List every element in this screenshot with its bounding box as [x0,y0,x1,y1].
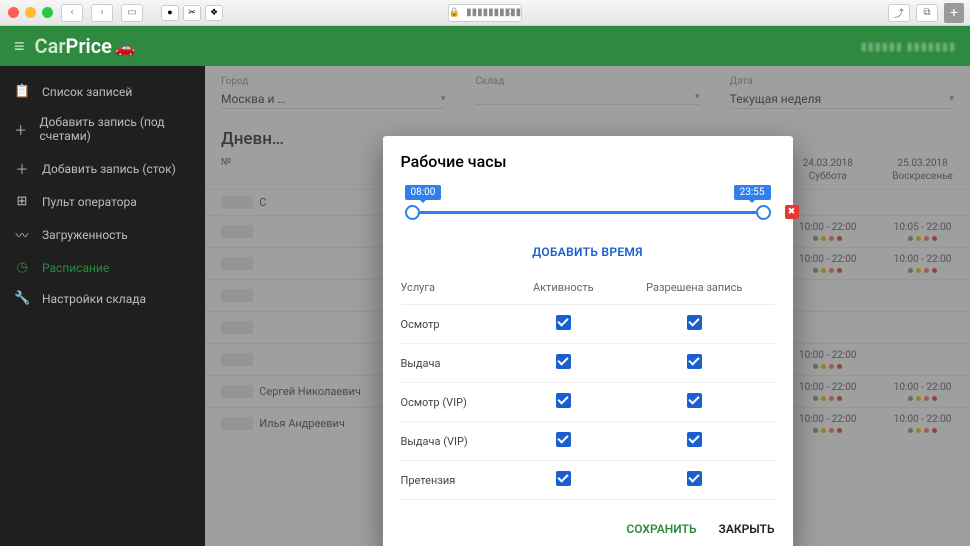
sidebar-item[interactable]: 〰 Загруженность [0,217,205,252]
brand-logo[interactable]: CarPrice🚗 [35,34,135,58]
allowed-checkbox[interactable] [687,393,702,408]
activity-checkbox[interactable] [556,354,571,369]
sidebar-item[interactable]: ＋ Добавить запись (сток) [0,151,205,186]
range-start-badge: 08:00 [405,185,442,200]
working-hours-modal: Рабочие часы 08:00 23:55 ✖ ДОБАВИТЬ ВРЕМ… [383,136,793,546]
time-range-slider[interactable]: 08:00 23:55 ✖ [407,193,769,223]
activity-checkbox[interactable] [556,471,571,486]
address-bar[interactable]: 🔒 ▮▮▮▮▮▮▮▮▮▮ ⟳ [448,4,522,22]
close-window-icon[interactable] [8,7,19,18]
range-start-handle[interactable] [405,205,420,220]
service-name: Осмотр [401,305,513,344]
allowed-checkbox[interactable] [687,471,702,486]
sidebar-icon: 📋 [14,84,30,99]
extension-icon[interactable]: ✂ [183,5,201,21]
sidebar: 📋 Список записей ＋ Добавить запись (под сче… [0,66,205,546]
sidebar-item-label: Настройки склада [42,292,146,306]
allowed-checkbox[interactable] [687,315,702,330]
sidebar-item-label: Добавить запись (под счетами) [40,115,191,143]
sidebar-icon: 〰 [14,225,30,244]
delete-range-button[interactable]: ✖ [785,205,799,219]
minimize-window-icon[interactable] [25,7,36,18]
reload-icon[interactable]: ⟳ [507,7,515,18]
sidebar-item[interactable]: 📋 Список записей [0,76,205,107]
service-row: Претензия [401,461,775,500]
sidebar-icon: ◷ [14,260,30,275]
sidebar-item[interactable]: 🔧 Настройки склада [0,283,205,314]
services-table: Услуга Активность Разрешена запись Осмот… [401,271,775,500]
activity-checkbox[interactable] [556,393,571,408]
allowed-checkbox[interactable] [687,432,702,447]
sidebar-item-label: Расписание [42,261,109,275]
sidebar-item-label: Загруженность [42,228,128,242]
range-end-badge: 23:55 [734,185,771,200]
current-user[interactable]: ▮▮▮▮▮▮ ▮▮▮▮▮▮▮ [861,40,956,53]
service-name: Осмотр (VIP) [401,383,513,422]
sidebar-icon: 🔧 [14,291,30,306]
sidebar-icon: ⊞ [14,194,30,209]
new-tab-button[interactable]: + [944,3,964,23]
close-button[interactable]: ЗАКРЫТЬ [718,522,774,536]
window-controls[interactable] [8,7,53,18]
sidebar-item[interactable]: ＋ Добавить запись (под счетами) [0,107,205,151]
service-row: Выдача (VIP) [401,422,775,461]
allowed-checkbox[interactable] [687,354,702,369]
service-row: Выдача [401,344,775,383]
sidebar-icon: ＋ [14,159,30,178]
service-name: Претензия [401,461,513,500]
car-icon: 🚗 [115,38,135,57]
main-content: Город Москва и …▾ Склад ▾ Дата Текущая н… [205,66,970,546]
back-button[interactable]: ‹ [61,4,83,22]
sidebar-toggle-button[interactable]: ▭ [121,4,143,22]
browser-chrome: ‹ › ▭ ● ✂ ❖ 🔒 ▮▮▮▮▮▮▮▮▮▮ ⟳ ⤴ ⧉ + [0,0,970,26]
menu-icon[interactable]: ≡ [14,36,25,57]
service-name: Выдача (VIP) [401,422,513,461]
service-row: Осмотр (VIP) [401,383,775,422]
extension-icons: ● ✂ ❖ [161,5,223,21]
app-header: ≡ CarPrice🚗 ▮▮▮▮▮▮ ▮▮▮▮▮▮▮ [0,26,970,66]
modal-title: Рабочие часы [401,152,775,171]
range-end-handle[interactable] [756,205,771,220]
tabs-button[interactable]: ⧉ [916,4,938,22]
sidebar-item-label: Добавить запись (сток) [42,162,176,176]
sidebar-item-label: Пульт оператора [42,195,137,209]
activity-checkbox[interactable] [556,432,571,447]
forward-button[interactable]: › [91,4,113,22]
sidebar-item[interactable]: ◷ Расписание [0,252,205,283]
maximize-window-icon[interactable] [42,7,53,18]
service-name: Выдача [401,344,513,383]
extension-icon[interactable]: ● [161,5,179,21]
add-time-button[interactable]: ДОБАВИТЬ ВРЕМЯ [401,233,775,271]
service-row: Осмотр [401,305,775,344]
sidebar-item[interactable]: ⊞ Пульт оператора [0,186,205,217]
activity-checkbox[interactable] [556,315,571,330]
share-button[interactable]: ⤴ [888,4,910,22]
save-button[interactable]: СОХРАНИТЬ [626,522,696,536]
lock-icon: 🔒 [449,8,460,18]
extension-icon[interactable]: ❖ [205,5,223,21]
sidebar-icon: ＋ [14,120,28,139]
sidebar-item-label: Список записей [42,85,132,99]
